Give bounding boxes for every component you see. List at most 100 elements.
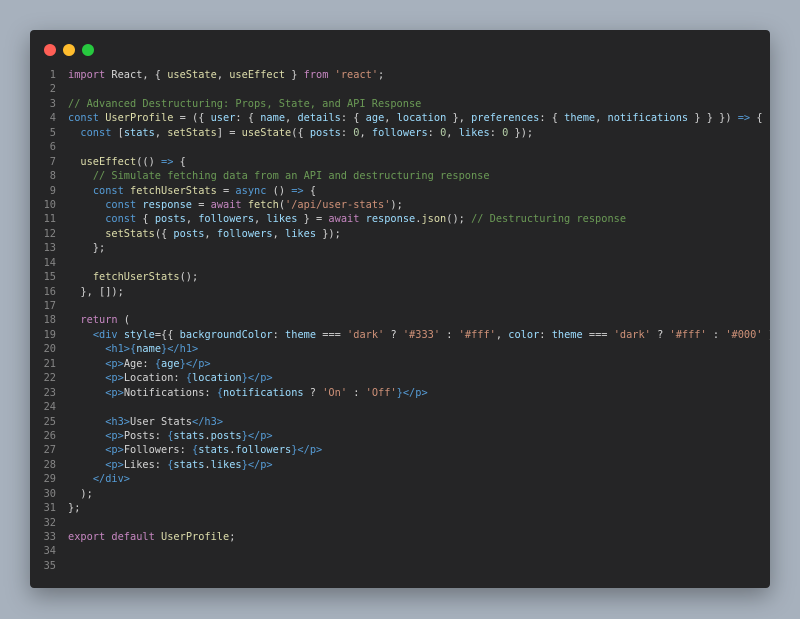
code-token: location [192,372,242,385]
code-token: : { [235,112,261,125]
code-token: </p> [402,386,428,399]
code-token: => [291,184,304,197]
code-token: : [539,328,552,341]
line-number: 9 [49,184,56,197]
line-source: <p>Age: {age}</p> [68,357,770,371]
code-line: 21 <p>Age: {age}</p> [30,357,770,371]
code-line: 3 // Advanced Destructuring: Props, State… [30,97,770,111]
code-token: UserProfile [105,112,174,125]
code-token: }, []); [68,285,124,298]
code-token: ? [650,328,670,341]
code-token: posts [210,429,242,442]
code-token: === [316,328,348,341]
code-token: => [737,112,751,125]
code-token: <p> [105,444,124,457]
line-number: 19 [43,328,56,341]
code-token: fetch [247,198,279,211]
code-token: // Destructuring response [471,213,627,226]
code-token: theme [551,328,583,341]
code-token: : [706,328,726,341]
code-token: [ [111,126,124,139]
code-token: posts [154,213,186,226]
code-token: ; [378,69,385,81]
code-token: , [384,112,397,125]
code-token: = ({ [173,112,211,125]
line-source: const { posts, followers, likes } = awai… [68,212,770,226]
code-editor[interactable]: 1 import React, { useState, useEffect } f… [30,68,770,573]
line-number: 14 [43,256,56,269]
code-token: <p> [105,357,124,370]
traffic-lights [44,44,94,56]
close-button[interactable] [44,44,56,56]
line-source [68,544,770,558]
line-source [68,400,770,414]
code-line: 7 useEffect(() => { [30,155,770,169]
code-token: : [347,386,366,399]
code-token: fetchUserStats [130,184,217,197]
minimize-button[interactable] [63,44,75,56]
line-source [68,256,770,270]
code-line: 14 [30,256,770,270]
code-line: 23 <p>Notifications: {notifications ? 'O… [30,386,770,400]
code-token: <div [92,328,118,341]
line-number: 32 [43,516,56,529]
line-source: ); [68,487,770,501]
line-source: // Advanced Destructuring: Props, State,… [68,97,770,111]
code-token: '#333' [402,328,441,341]
code-line: 13 }; [30,241,770,255]
line-number: 8 [49,170,56,183]
line-source [68,82,770,96]
code-token: () [266,184,292,197]
code-line: 2 [30,82,770,96]
code-token: // Simulate fetching data from an API an… [92,170,490,183]
line-source: }; [68,501,770,515]
line-source [68,140,770,154]
line-number: 33 [43,531,56,543]
code-token: export [68,531,106,543]
code-token: : [272,328,286,341]
code-token: ); [68,487,93,500]
line-source: setStats({ posts, followers, likes }); [68,227,770,241]
maximize-button[interactable] [82,44,94,56]
code-token: const [105,198,137,211]
code-token: : { [340,112,366,125]
code-window: 1 import React, { useState, useEffect } f… [30,30,770,588]
code-line: 24 [30,400,770,414]
code-token: , [446,126,459,139]
line-number: 5 [49,126,56,139]
code-token: followers [216,227,273,240]
line-number: 12 [43,227,56,240]
line-number: 27 [43,444,56,457]
code-line: 6 [30,140,770,154]
line-source: export default UserProfile; [68,530,770,544]
line-source: <div style={{ backgroundColor: theme ===… [68,328,770,342]
code-token: backgroundColor [179,328,273,341]
code-token: (); [179,271,199,284]
code-token: color [508,328,540,341]
code-token: === [582,328,614,341]
line-source: const UserProfile = ({ user: { name, det… [68,111,770,125]
code-token: Age: [123,357,155,370]
code-token: response [365,213,416,226]
code-line: 4 const UserProfile = ({ user: { name, de… [30,111,770,125]
line-number: 30 [43,487,56,500]
code-token: User Stats [130,415,193,428]
code-token: </p> [247,372,273,385]
line-source: <h1>{name}</h1> [68,342,770,356]
line-source: fetchUserStats(); [68,270,770,284]
line-number: 29 [43,473,56,486]
line-source: return ( [68,313,770,327]
code-token: , [495,328,509,341]
line-number: 26 [43,429,56,442]
line-source: useEffect(() => { [68,155,770,169]
code-line: 8 // Simulate fetching data from an API … [30,169,770,183]
code-token: </h3> [192,415,224,428]
code-token: : [489,126,503,139]
code-token: '#000' [725,328,763,341]
code-token: ( [117,314,131,327]
